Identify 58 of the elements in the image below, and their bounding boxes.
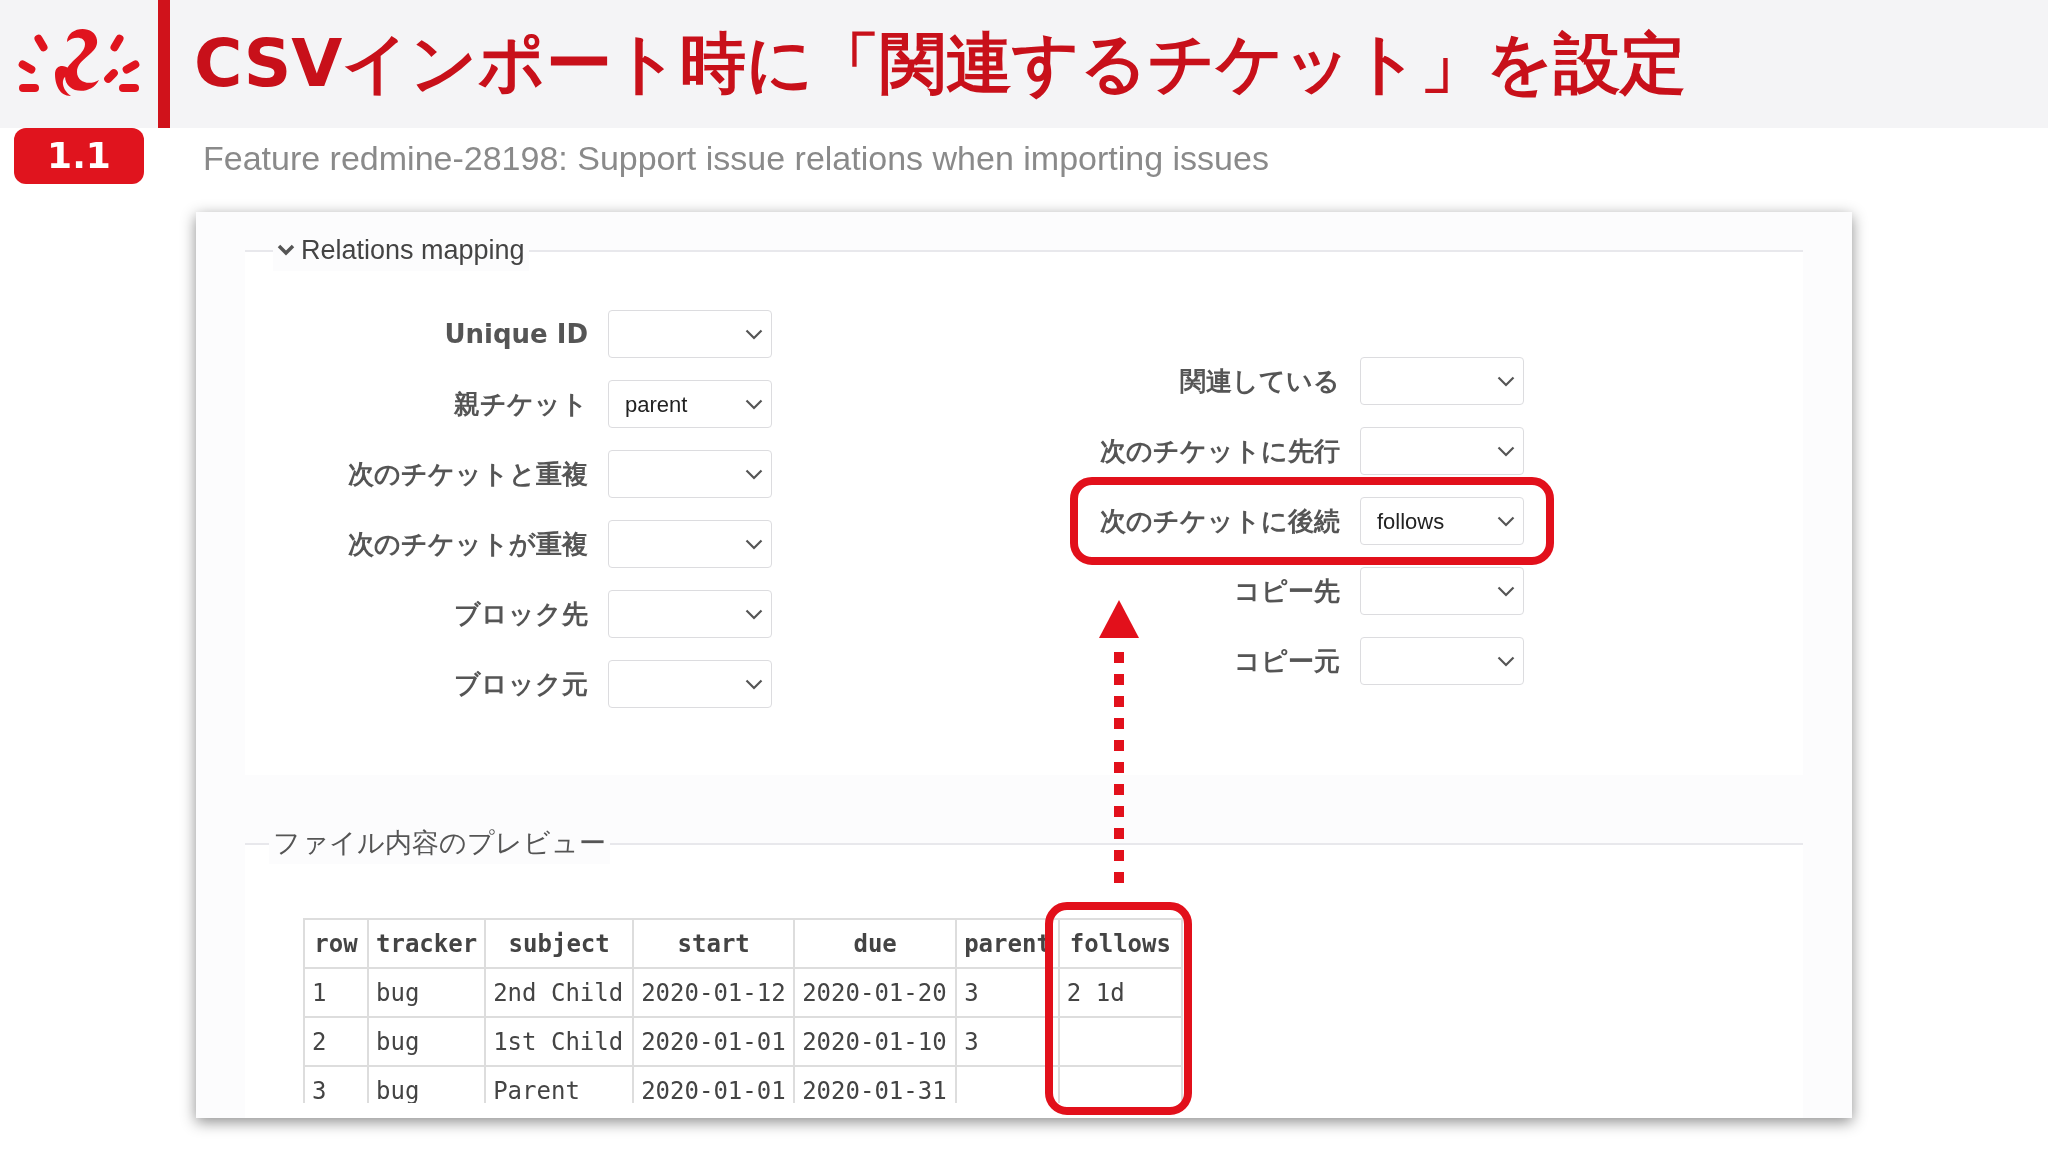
field-label: Unique ID xyxy=(443,317,588,351)
dropdown[interactable]: follows xyxy=(1360,497,1524,545)
column-header: tracker xyxy=(368,919,486,968)
dropdown[interactable] xyxy=(608,520,772,568)
dropdown[interactable] xyxy=(1360,357,1524,405)
column-header: subject xyxy=(485,919,634,968)
chevron-down-icon xyxy=(745,398,763,410)
dropdown[interactable] xyxy=(608,450,772,498)
table-cell: 2020-01-01 xyxy=(633,1017,795,1066)
chevron-down-icon xyxy=(745,328,763,340)
table-cell: 2020-01-10 xyxy=(794,1017,957,1066)
table-cell: 2020-01-20 xyxy=(794,968,957,1017)
column-header: start xyxy=(633,919,795,968)
dropdown[interactable] xyxy=(608,590,772,638)
dropdown[interactable] xyxy=(1360,427,1524,475)
table-cell: bug xyxy=(368,1017,486,1066)
field-label: コピー先 xyxy=(1234,574,1340,608)
field-label: 親チケット xyxy=(453,387,588,421)
chevron-down-icon xyxy=(1497,375,1515,387)
column-header: row xyxy=(304,919,368,968)
field-label: ブロック元 xyxy=(453,667,588,701)
table-cell: 2 1d xyxy=(1058,968,1182,1017)
table-cell: 2 xyxy=(304,1017,368,1066)
section-badge: 1.1 xyxy=(14,128,144,184)
table-cell: 1 xyxy=(304,968,368,1017)
table-cell: 3 xyxy=(956,968,1059,1017)
table-cell: 1st Child xyxy=(485,1017,634,1066)
chevron-down-icon xyxy=(745,538,763,550)
field-label: 次のチケットが重複 xyxy=(347,527,588,561)
column-header: follows xyxy=(1058,919,1182,968)
chevron-down-icon xyxy=(745,608,763,620)
column-header: due xyxy=(794,919,957,968)
dropdown[interactable]: parent xyxy=(608,380,772,428)
chevron-down-icon xyxy=(1497,585,1515,597)
column-header: parent xyxy=(956,919,1059,968)
chevron-down-icon xyxy=(745,678,763,690)
section-legend: Relations mapping xyxy=(301,230,525,271)
table-cell: 3 xyxy=(304,1066,368,1103)
slide-subtitle: Feature redmine-28198: Support issue relations when importing issues xyxy=(202,137,1269,179)
field-label: 次のチケットと重複 xyxy=(347,457,588,491)
table-cell: 2nd Child xyxy=(485,968,634,1017)
field-label: コピー元 xyxy=(1234,644,1340,678)
chevron-down-icon xyxy=(1497,515,1515,527)
field-label: 関連している xyxy=(1180,364,1340,398)
chevron-down-icon xyxy=(1497,445,1515,457)
field-label: ブロック先 xyxy=(453,597,588,631)
table-cell: 3 xyxy=(956,1017,1059,1066)
table-cell: bug xyxy=(368,968,486,1017)
field-label: 次のチケットに先行 xyxy=(1100,434,1340,468)
chevron-down-icon xyxy=(1497,655,1515,667)
dropdown[interactable] xyxy=(608,660,772,708)
chevron-icon[interactable] xyxy=(277,243,295,258)
dropdown[interactable] xyxy=(1360,567,1524,615)
chevron-down-icon xyxy=(745,468,763,480)
dropdown[interactable] xyxy=(1360,637,1524,685)
table-cell: 2020-01-12 xyxy=(633,968,795,1017)
dropdown[interactable] xyxy=(608,310,772,358)
field-label: 次のチケットに後続 xyxy=(1100,504,1340,538)
